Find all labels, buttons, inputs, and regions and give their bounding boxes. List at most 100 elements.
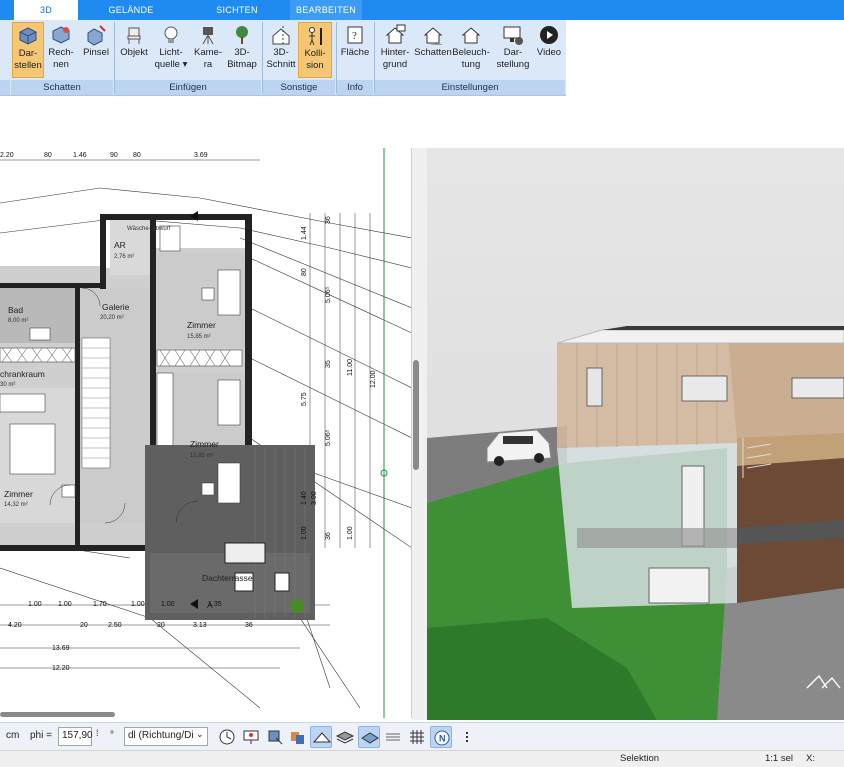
rechnen-label: Rech- nen bbox=[48, 47, 74, 70]
mode-dropdown-value: dl (Richtung/Di bbox=[128, 730, 194, 741]
rechnen-button[interactable]: Rech- nen bbox=[46, 22, 76, 78]
room-area: 15,85 m² bbox=[190, 453, 214, 459]
clock-button[interactable] bbox=[216, 726, 238, 748]
dimension-label: 1.00 bbox=[161, 601, 175, 608]
svg-text:?: ? bbox=[352, 30, 357, 42]
dimension-label: 1.44 bbox=[301, 226, 308, 240]
flaeche-label: Fläche bbox=[340, 47, 370, 58]
dimension-label: 20 bbox=[157, 622, 165, 629]
grid-icon bbox=[410, 730, 424, 744]
chevron-down-icon[interactable]: ⌄ bbox=[196, 729, 204, 740]
north-icon: N bbox=[434, 730, 450, 746]
clock-icon bbox=[219, 729, 235, 745]
pinsel-button[interactable]: Pinsel bbox=[80, 22, 112, 78]
terrain-icon bbox=[312, 732, 332, 743]
dimension-label: 36 bbox=[325, 532, 332, 540]
house-light-icon bbox=[461, 27, 481, 44]
schatten-button[interactable]: Schatten bbox=[414, 22, 452, 78]
dimension-label: 80 bbox=[301, 268, 308, 276]
grid-button[interactable] bbox=[406, 726, 428, 748]
darstellen-label: Dar- stellen bbox=[14, 48, 42, 71]
more-options-button[interactable] bbox=[456, 726, 478, 748]
horizontal-scrollbar[interactable] bbox=[0, 712, 115, 717]
dimension-label: 3.00 bbox=[311, 491, 318, 505]
dimension-label: 11.00 bbox=[347, 359, 354, 376]
dimension-label: 80 bbox=[133, 152, 141, 159]
floor-plan-view[interactable]: A A AR 2,76 m² Wäsche- abwurf Bad 8,00 m… bbox=[0, 148, 412, 718]
darstellung-label: Dar- stellung bbox=[496, 47, 530, 70]
status-bar: Selektion 1:1 sel X: bbox=[0, 750, 844, 767]
tab-sichten[interactable]: SICHTEN bbox=[196, 0, 278, 20]
objekt-button[interactable]: Objekt bbox=[118, 22, 150, 78]
ribbon-tab-bar: 3D GELÄNDE SICHTEN BEARBEITEN bbox=[0, 0, 844, 20]
bitmap-3d-label: 3D- Bitmap bbox=[227, 47, 257, 70]
tab-3d[interactable]: 3D bbox=[14, 0, 78, 20]
room-area: 2,76 m² bbox=[114, 254, 134, 260]
dimension-label: 1.00 bbox=[28, 601, 42, 608]
3d-view[interactable] bbox=[427, 148, 844, 720]
status-scale: 1:1 sel bbox=[765, 753, 793, 764]
material-button[interactable] bbox=[286, 726, 308, 748]
material-icon bbox=[291, 732, 304, 744]
presentation-button[interactable] bbox=[240, 726, 262, 748]
cube-icon bbox=[19, 27, 37, 45]
dimension-label: 1.00 bbox=[131, 601, 145, 608]
darstellen-button[interactable]: Dar- stellen bbox=[12, 22, 44, 78]
pinsel-label: Pinsel bbox=[83, 47, 109, 58]
dimension-label: 80 bbox=[44, 152, 52, 159]
ribbon-empty-area bbox=[566, 20, 844, 96]
chair-icon bbox=[127, 27, 141, 44]
darstellung-button[interactable]: Dar- stellung bbox=[492, 22, 534, 78]
bitmap-3d-button[interactable]: 3D- Bitmap bbox=[224, 22, 260, 78]
video-label: Video bbox=[536, 47, 562, 58]
3d-render-scene bbox=[427, 148, 844, 720]
ribbon-group-label bbox=[0, 80, 10, 95]
dimension-label: 90 bbox=[110, 152, 118, 159]
tab-bearbeiten[interactable]: BEARBEITEN bbox=[290, 0, 362, 20]
group-schatten: Schatten bbox=[11, 80, 113, 95]
dimension-label: 2.50 bbox=[108, 622, 122, 629]
lichtquelle-label: Licht- quelle ▾ bbox=[154, 47, 188, 70]
more-vertical-icon bbox=[466, 732, 468, 742]
beleuchtung-button[interactable]: Beleuch- tung bbox=[452, 22, 490, 78]
dimension-label: 1.70 bbox=[93, 601, 107, 608]
cube-brush-icon bbox=[87, 25, 106, 46]
kamera-button[interactable]: Kame- ra bbox=[192, 22, 224, 78]
dimension-label: 1.40 bbox=[301, 491, 308, 505]
tab-gelaende[interactable]: GELÄNDE bbox=[88, 0, 174, 20]
room-name: Zimmer bbox=[190, 439, 219, 449]
dimension-label: 36 bbox=[245, 622, 253, 629]
plane-button[interactable] bbox=[358, 726, 380, 748]
terrain-button[interactable] bbox=[310, 726, 332, 748]
phi-input[interactable]: 157,90 bbox=[58, 727, 93, 746]
dimension-label: 4.20 bbox=[8, 622, 22, 629]
dimension-label: 1.46 bbox=[73, 152, 87, 159]
kollision-label: Kolli- sion bbox=[304, 48, 326, 71]
room-area: 20,20 m² bbox=[100, 315, 124, 321]
schatten-label: Schatten bbox=[414, 47, 452, 58]
hintergrund-button[interactable]: Hinter- grund bbox=[376, 22, 414, 78]
room-name: Galerie bbox=[102, 302, 130, 312]
hintergrund-label: Hinter- grund bbox=[380, 47, 410, 70]
kollision-button[interactable]: Kolli- sion bbox=[298, 22, 332, 78]
schnitt-3d-button[interactable]: 3D- Schnitt bbox=[264, 22, 298, 78]
room-area: 30 m² bbox=[0, 382, 15, 388]
dimension-label: 2.20 bbox=[0, 152, 14, 159]
north-button[interactable]: N bbox=[430, 726, 452, 748]
cursor-button[interactable] bbox=[264, 726, 286, 748]
stack-button[interactable] bbox=[382, 726, 404, 748]
lichtquelle-button[interactable]: Licht- quelle ▾ bbox=[152, 22, 190, 78]
area-icon: ? bbox=[347, 26, 363, 44]
cube-render-icon bbox=[52, 26, 70, 44]
spin-arrows-icon[interactable]: ⁞ bbox=[96, 728, 99, 738]
video-button[interactable]: Video bbox=[534, 22, 564, 78]
floor-plan-drawing: A A AR 2,76 m² Wäsche- abwurf Bad 8,00 m… bbox=[0, 148, 411, 718]
house-shadow-icon bbox=[423, 27, 443, 45]
layers-button[interactable] bbox=[334, 726, 356, 748]
flaeche-button[interactable]: ? Fläche bbox=[338, 22, 372, 78]
layers-icon bbox=[335, 731, 355, 744]
vertical-scrollbar[interactable] bbox=[413, 360, 419, 470]
section-icon bbox=[272, 26, 290, 45]
group-sonstige: Sonstige bbox=[263, 80, 335, 95]
cursor-cube-icon bbox=[268, 730, 283, 745]
